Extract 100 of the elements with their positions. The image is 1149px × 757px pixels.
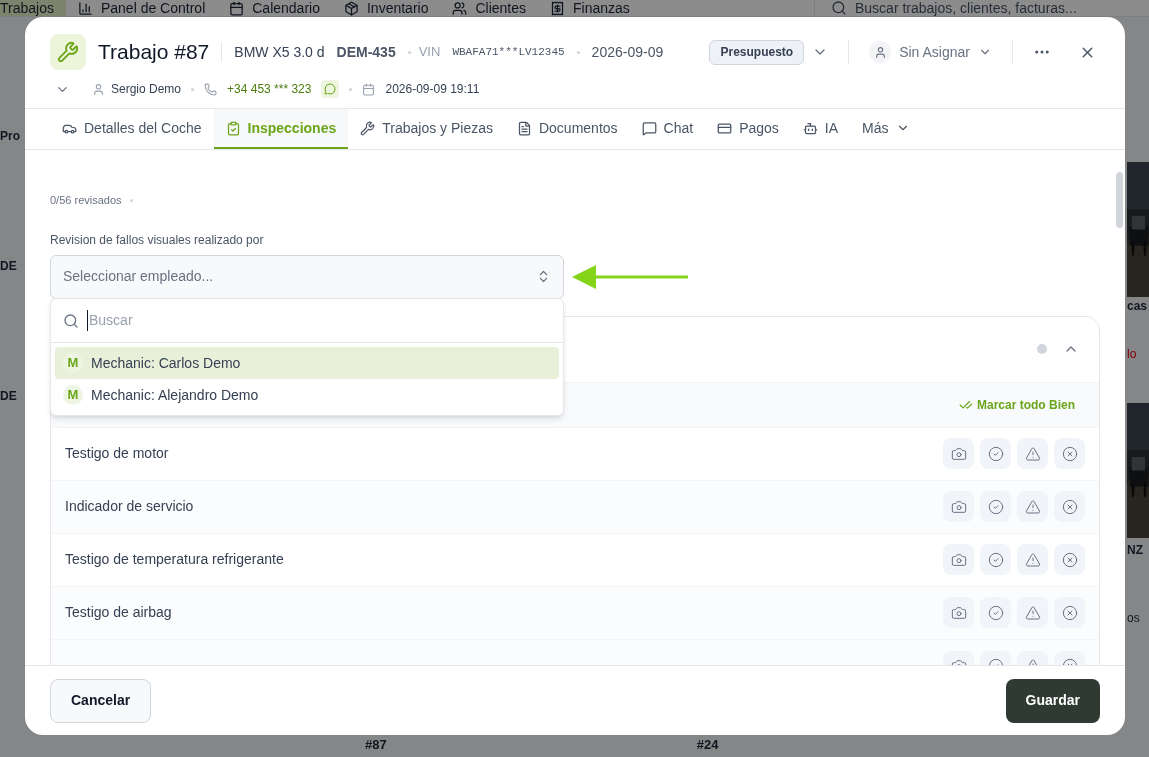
check-circle-icon [987, 445, 1004, 462]
appointment-date: 2026-09-09 19:11 [385, 81, 480, 98]
receipt-icon [550, 0, 566, 16]
x-circle-icon [1061, 604, 1078, 621]
search-field[interactable]: Buscar trabajos, clientes, facturas... [814, 0, 1149, 16]
box-icon [343, 0, 359, 16]
check-circle-icon [987, 551, 1004, 568]
card-title: DE [0, 388, 17, 405]
job-title: Trabajo #87 [98, 39, 210, 66]
search-icon [63, 312, 79, 329]
vehicle-model: BMW X5 3.0 d [234, 42, 325, 62]
inspection-item: Indicador de servicio [65, 497, 194, 516]
camera-icon [950, 551, 967, 568]
inspection-item: Testigo de motor [65, 444, 169, 463]
warning-button[interactable] [1017, 597, 1048, 628]
tab[interactable]: Documentos [504, 109, 630, 149]
check-circle-icon [987, 604, 1004, 621]
x-circle-button[interactable] [1054, 438, 1085, 469]
nav-item[interactable]: Trabajos [0, 0, 66, 16]
warning-button[interactable] [1017, 544, 1048, 575]
customer-name: Sergio Demo [111, 81, 182, 98]
check-circle-button[interactable] [980, 438, 1011, 469]
card-title: DE [0, 258, 17, 275]
x-circle-button[interactable] [1054, 597, 1085, 628]
card-status: lo [1127, 346, 1137, 363]
save-button[interactable]: Guardar [1005, 678, 1100, 723]
camera-button[interactable] [943, 544, 974, 575]
chart-icon [77, 0, 93, 16]
person-icon [92, 82, 105, 96]
tab[interactable]: Trabajos y Piezas [348, 109, 505, 149]
license-plate: DEM-435 [336, 42, 396, 62]
nav-item[interactable]: Calendario [217, 0, 332, 16]
x-circle-button[interactable] [1054, 544, 1085, 575]
warning-button[interactable] [1017, 438, 1048, 469]
warning-icon [1024, 604, 1041, 621]
x-circle-button[interactable] [1054, 491, 1085, 522]
tab[interactable]: Pagos [705, 109, 791, 149]
users-icon [452, 0, 468, 16]
check-circle-button[interactable] [980, 491, 1011, 522]
phone-icon [204, 82, 218, 96]
field-label: Revision de fallos visuales realizado por [50, 231, 265, 249]
status-button[interactable]: Presupuesto [709, 39, 805, 65]
warning-icon [1024, 551, 1041, 568]
clipboard-icon [225, 120, 241, 136]
card-icon [717, 120, 733, 136]
x-circle-icon [1061, 551, 1078, 568]
camera-icon [950, 498, 967, 515]
document-icon [516, 120, 532, 136]
warning-icon [1024, 498, 1041, 515]
inspection-item: Testigo de temperatura refrigerante [65, 550, 284, 569]
nav-item[interactable]: Clientes [440, 0, 539, 16]
tab[interactable]: Detalles del Coche [50, 109, 214, 149]
cancel-button[interactable]: Cancelar [50, 678, 152, 723]
search-icon [831, 0, 847, 16]
warning-button[interactable] [1017, 491, 1048, 522]
job-number: #24 [696, 736, 719, 754]
employee-avatar: M [63, 353, 83, 373]
scrollbar-thumb[interactable] [1116, 172, 1123, 228]
job-date: 2026-09-09 [591, 42, 664, 62]
employee-option[interactable]: M Mechanic: Carlos Demo [55, 347, 559, 379]
employee-avatar: M [63, 385, 83, 405]
job-icon [50, 34, 86, 70]
check-circle-icon [987, 498, 1004, 515]
calendar-icon [362, 82, 376, 96]
card-text: os [1127, 610, 1140, 627]
nav-item[interactable]: Inventario [331, 0, 441, 16]
assignee-button[interactable]: Sin Asignar [869, 41, 992, 63]
card-title: NZ [1127, 542, 1143, 559]
card-title: Pro [0, 128, 20, 145]
tab[interactable]: Más [850, 109, 922, 149]
x-circle-icon [1061, 498, 1078, 515]
vin-number: WBAFA71***LV12345 [452, 44, 565, 60]
inspection-item: Testigo de airbag [65, 603, 172, 622]
check-circle-button[interactable] [980, 544, 1011, 575]
card-title: cas [1127, 298, 1148, 315]
camera-icon [950, 604, 967, 621]
camera-button[interactable] [943, 491, 974, 522]
tab[interactable]: Chat [629, 109, 706, 149]
vin-label: VIN [418, 43, 441, 62]
person-icon [873, 45, 887, 59]
search-placeholder: Buscar [87, 310, 133, 331]
check-circle-button[interactable] [980, 597, 1011, 628]
job-number: #87 [365, 736, 387, 754]
calendar-icon [229, 0, 245, 16]
robot-icon [802, 120, 818, 136]
employee-option[interactable]: M Mechanic: Alejandro Demo [55, 379, 559, 411]
camera-icon [950, 445, 967, 462]
chat-icon [641, 120, 657, 136]
nav-item[interactable]: Panel de Control [65, 0, 218, 16]
x-circle-icon [1061, 445, 1078, 462]
message-icon[interactable] [321, 80, 340, 98]
camera-button[interactable] [943, 597, 974, 628]
wrench-icon [360, 120, 376, 136]
progress-text: 0/56 revisados [50, 193, 122, 208]
nav-item[interactable]: Finanzas [538, 0, 642, 16]
phone-number: +34 453 *** 323 [227, 81, 312, 98]
warning-icon [1024, 445, 1041, 462]
employee-select[interactable]: Seleccionar empleado... [50, 254, 564, 299]
camera-button[interactable] [943, 438, 974, 469]
tab[interactable]: IA [790, 109, 851, 149]
